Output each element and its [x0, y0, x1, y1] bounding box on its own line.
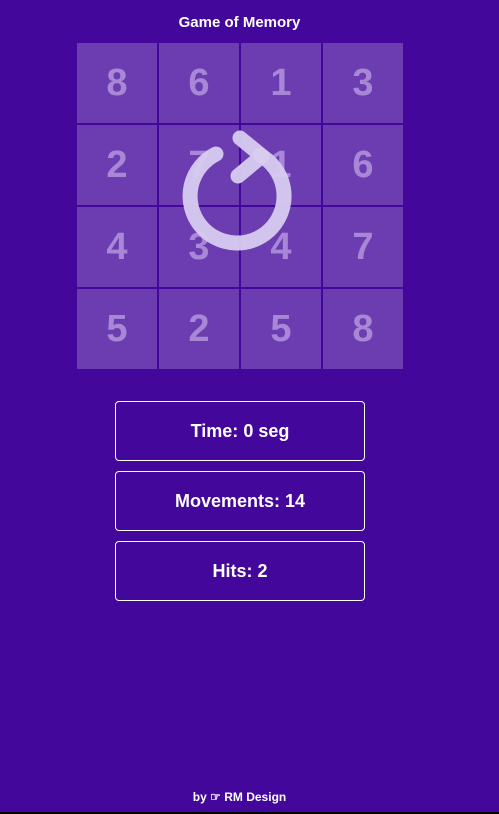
- footer-by: by: [192, 790, 207, 804]
- card[interactable]: 6: [323, 125, 403, 205]
- restart-icon[interactable]: [178, 126, 302, 262]
- movements-value: 14: [285, 490, 306, 511]
- card[interactable]: 8: [323, 289, 403, 369]
- card[interactable]: 6: [159, 43, 239, 123]
- card[interactable]: 1: [241, 43, 321, 123]
- footer-credit: by ☞ RM Design: [0, 790, 479, 804]
- footer-author: RM Design: [224, 790, 287, 804]
- hits-display: Hits: 2: [115, 541, 365, 601]
- card[interactable]: 7: [323, 207, 403, 287]
- page-title: Game of Memory: [178, 14, 301, 31]
- card[interactable]: 3: [323, 43, 403, 123]
- hits-value: 2: [257, 560, 268, 581]
- time-label: Time:: [190, 420, 239, 441]
- movements-label: Movements:: [174, 490, 280, 511]
- time-value: 0 seg: [243, 420, 290, 441]
- card[interactable]: 5: [241, 289, 321, 369]
- card[interactable]: 4: [77, 207, 157, 287]
- hits-label: Hits:: [212, 560, 253, 581]
- card[interactable]: 2: [77, 125, 157, 205]
- card[interactable]: 5: [77, 289, 157, 369]
- pointing-hand-icon: ☞: [210, 790, 221, 804]
- movements-display: Movements: 14: [115, 471, 365, 531]
- card[interactable]: 2: [159, 289, 239, 369]
- time-display: Time: 0 seg: [115, 401, 365, 461]
- card[interactable]: 8: [77, 43, 157, 123]
